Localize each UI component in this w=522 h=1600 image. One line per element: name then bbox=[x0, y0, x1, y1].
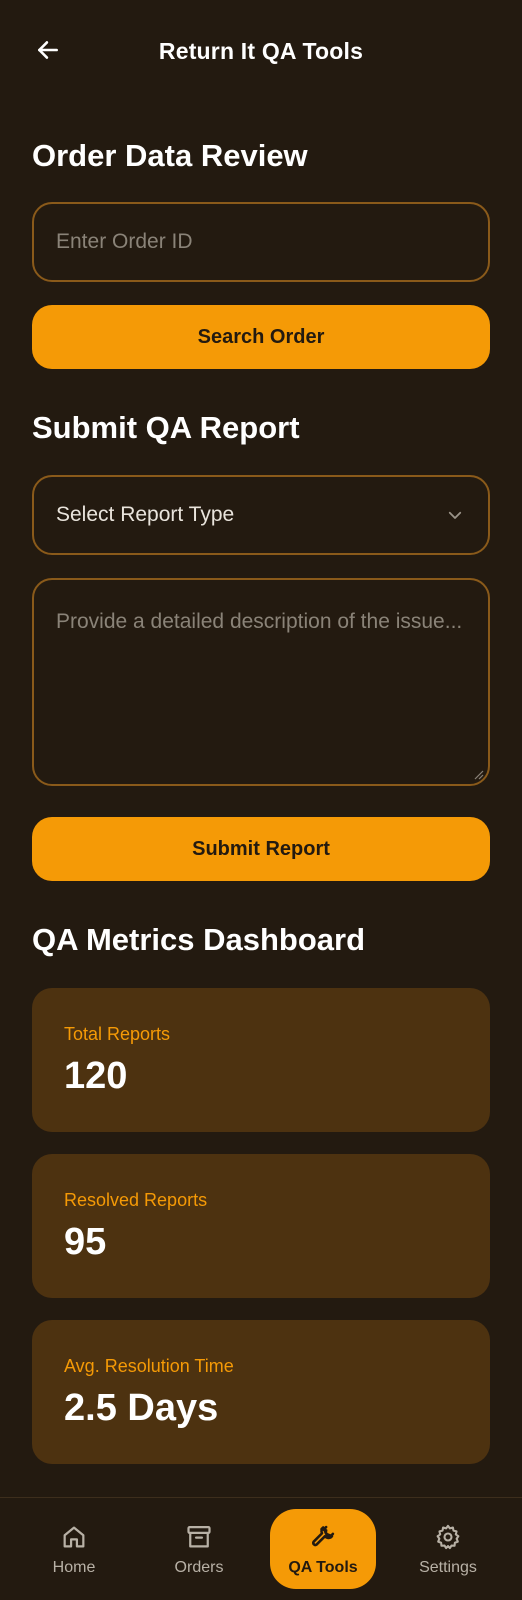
nav-label-home: Home bbox=[52, 1559, 96, 1576]
search-order-button[interactable]: Search Order bbox=[32, 305, 490, 369]
report-type-value: Select Report Type bbox=[56, 503, 235, 526]
page-title: Return It QA Tools bbox=[158, 38, 364, 64]
nav-item-home[interactable]: Home bbox=[21, 1509, 127, 1589]
report-type-select[interactable]: Select Report Type bbox=[32, 475, 490, 555]
resize-handle-icon[interactable] bbox=[472, 768, 484, 780]
metric-card-total-reports: Total Reports 120 bbox=[32, 988, 490, 1132]
gear-icon bbox=[434, 1521, 462, 1553]
metric-label: Resolved Reports bbox=[64, 1190, 208, 1210]
metric-label: Avg. Resolution Time bbox=[64, 1356, 234, 1376]
description-placeholder: Provide a detailed description of the is… bbox=[56, 610, 463, 633]
nav-label-qa-tools: QA Tools bbox=[288, 1559, 358, 1576]
nav-label-orders: Orders bbox=[174, 1559, 224, 1576]
description-textarea[interactable]: Provide a detailed description of the is… bbox=[32, 578, 490, 786]
app-header: Return It QA Tools bbox=[0, 0, 522, 110]
metric-value: 95 bbox=[64, 1221, 107, 1263]
order-review-title: Order Data Review bbox=[32, 138, 308, 173]
wrench-icon bbox=[309, 1521, 337, 1553]
nav-item-qa-tools[interactable]: QA Tools bbox=[270, 1509, 376, 1589]
metric-card-resolved-reports: Resolved Reports 95 bbox=[32, 1154, 490, 1298]
metric-label: Total Reports bbox=[64, 1024, 171, 1044]
metric-card-avg-resolution: Avg. Resolution Time 2.5 Days bbox=[32, 1320, 490, 1464]
app-screen: Return It QA Tools Order Data Review Ent… bbox=[0, 0, 522, 1600]
qa-report-title: Submit QA Report bbox=[32, 410, 300, 445]
nav-item-orders[interactable]: Orders bbox=[146, 1509, 252, 1589]
nav-item-settings[interactable]: Settings bbox=[395, 1509, 501, 1589]
chevron-down-icon bbox=[444, 504, 466, 526]
order-id-input[interactable]: Enter Order ID bbox=[32, 202, 490, 282]
metrics-title: QA Metrics Dashboard bbox=[32, 922, 366, 957]
submit-report-button[interactable]: Submit Report bbox=[32, 817, 490, 881]
metric-value: 2.5 Days bbox=[64, 1387, 219, 1429]
bottom-nav: Home Orders QA Tools Settings bbox=[0, 1497, 522, 1600]
order-id-placeholder: Enter Order ID bbox=[56, 230, 193, 253]
nav-label-settings: Settings bbox=[419, 1559, 477, 1576]
archive-box-icon bbox=[185, 1521, 213, 1553]
metric-value: 120 bbox=[64, 1055, 128, 1097]
home-icon bbox=[60, 1521, 88, 1553]
